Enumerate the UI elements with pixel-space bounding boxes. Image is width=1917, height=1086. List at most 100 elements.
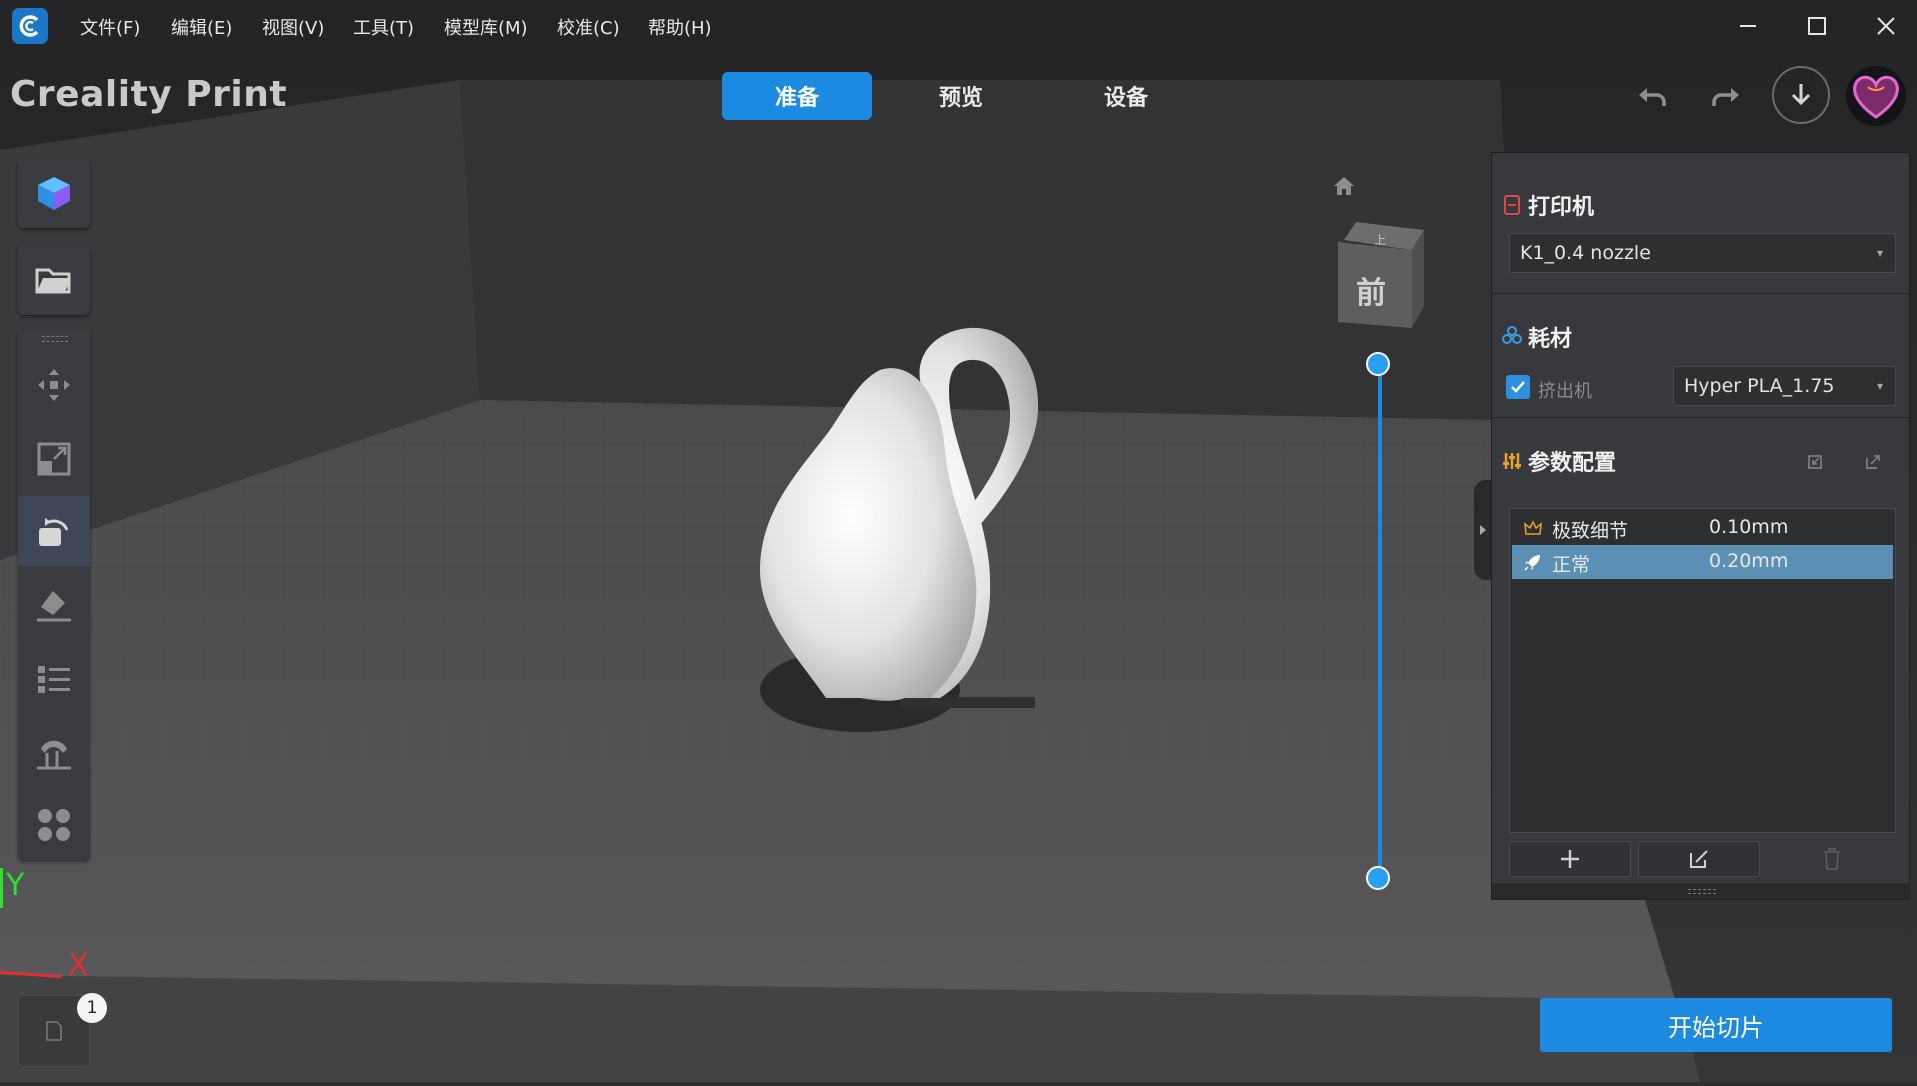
- home-view-icon[interactable]: [1330, 172, 1358, 200]
- layer-slider-track[interactable]: [1378, 364, 1382, 878]
- redo-icon: [1712, 88, 1739, 106]
- close-button[interactable]: [1866, 10, 1906, 42]
- filament-select[interactable]: Hyper PLA_1.75 ▾: [1673, 366, 1896, 406]
- app-logo-icon: [12, 8, 48, 44]
- menu-help[interactable]: 帮助(H): [648, 14, 712, 40]
- menu-calibration[interactable]: 校准(C): [557, 14, 620, 40]
- menu-tools[interactable]: 工具(T): [353, 14, 414, 40]
- tab-device[interactable]: 设备: [1051, 72, 1201, 120]
- user-avatar[interactable]: [1846, 66, 1906, 126]
- lay-flat-icon: [37, 591, 71, 622]
- download-button[interactable]: [1772, 66, 1830, 124]
- profile-name: 极致细节: [1552, 520, 1629, 542]
- folder-icon: [35, 268, 71, 294]
- export-profile-button[interactable]: [1860, 449, 1886, 475]
- crown-icon: [1524, 520, 1542, 535]
- profile-list: 极致细节 0.10mm 正常 0.20mm: [1509, 508, 1896, 833]
- menu-model-library[interactable]: 模型库(M): [444, 14, 528, 40]
- printer-select-value: K1_0.4 nozzle: [1520, 242, 1651, 264]
- move-tool-button[interactable]: [18, 350, 90, 420]
- view-cube[interactable]: 上 前: [1336, 220, 1428, 328]
- profile-row-fine[interactable]: 极致细节 0.10mm: [1512, 511, 1893, 545]
- extruder-label: 挤出机: [1538, 381, 1592, 402]
- printer-icon: [1504, 195, 1520, 215]
- download-arrow-icon: [1791, 84, 1811, 106]
- support-icon: [37, 740, 71, 770]
- heart-avatar-icon: [1853, 75, 1899, 119]
- axis-x-label: X: [68, 948, 89, 983]
- chevron-down-icon: ▾: [1876, 246, 1883, 260]
- chevron-right-icon: [1480, 525, 1486, 535]
- arrange-tool-button[interactable]: [18, 790, 90, 860]
- filament-icon: [1502, 326, 1522, 344]
- menu-file[interactable]: 文件(F): [80, 14, 140, 40]
- import-icon: [1808, 455, 1822, 469]
- checkmark-icon: [1511, 381, 1525, 393]
- plus-icon: [1561, 850, 1579, 868]
- maximize-button[interactable]: [1797, 10, 1837, 42]
- profile-layer-height: 0.10mm: [1709, 516, 1789, 538]
- add-model-button[interactable]: [18, 158, 90, 228]
- edit-profile-button[interactable]: [1638, 841, 1760, 877]
- minimize-icon: [1740, 25, 1756, 27]
- undo-icon: [1639, 88, 1666, 106]
- printer-select[interactable]: K1_0.4 nozzle ▾: [1509, 233, 1896, 273]
- printer-section-title: 打印机: [1528, 195, 1595, 220]
- view-cube-front-label: 前: [1356, 276, 1386, 311]
- cube-icon: [38, 177, 70, 210]
- trash-icon: [1824, 848, 1840, 870]
- params-section-title: 参数配置: [1528, 451, 1617, 476]
- layer-slider-top-handle[interactable]: [1366, 352, 1390, 376]
- list-icon: [38, 666, 70, 693]
- move-icon: [38, 369, 70, 401]
- chevron-down-icon: ▾: [1876, 379, 1883, 393]
- tab-preview[interactable]: 预览: [886, 72, 1036, 120]
- profile-layer-height: 0.20mm: [1709, 550, 1789, 572]
- support-tool-button[interactable]: [18, 718, 90, 788]
- rocket-icon: [1524, 555, 1540, 571]
- document-icon: [46, 1021, 62, 1041]
- undo-button[interactable]: [1632, 78, 1672, 114]
- scale-icon: [37, 442, 71, 476]
- add-profile-button[interactable]: [1509, 841, 1631, 877]
- object-list-button[interactable]: [18, 644, 90, 714]
- params-icon: [1503, 453, 1521, 469]
- close-icon: [1877, 17, 1895, 35]
- vase-model[interactable]: [740, 320, 1050, 720]
- edit-icon: [1690, 850, 1708, 868]
- open-file-button[interactable]: [18, 245, 90, 315]
- menu-bar: 文件(F) 编辑(E) 视图(V) 工具(T) 模型库(M) 校准(C) 帮助(…: [0, 0, 1917, 52]
- filament-section-title: 耗材: [1528, 327, 1573, 352]
- rotate-icon: [39, 518, 69, 546]
- lay-flat-tool-button[interactable]: [18, 570, 90, 640]
- maximize-icon: [1808, 17, 1826, 35]
- divider: [1492, 293, 1911, 294]
- plate-number-badge: 1: [77, 993, 107, 1023]
- menu-edit[interactable]: 编辑(E): [171, 14, 232, 40]
- export-icon: [1866, 455, 1880, 469]
- panel-collapse-toggle[interactable]: [1474, 480, 1492, 580]
- settings-panel: 打印机 K1_0.4 nozzle ▾ 耗材 挤出机 Hyper PLA_1.7…: [1491, 152, 1911, 900]
- profile-name: 正常: [1552, 554, 1591, 576]
- extruder-checkbox[interactable]: [1506, 375, 1530, 399]
- svg-text:上: 上: [1374, 233, 1386, 247]
- menu-view[interactable]: 视图(V): [262, 14, 324, 40]
- filament-select-value: Hyper PLA_1.75: [1684, 375, 1835, 397]
- profile-row-normal[interactable]: 正常 0.20mm: [1512, 545, 1893, 579]
- divider: [1492, 417, 1911, 418]
- axis-y-label: Y: [6, 868, 25, 903]
- delete-profile-button[interactable]: [1812, 841, 1852, 877]
- arrange-icon: [38, 809, 70, 841]
- rotate-tool-button[interactable]: [18, 496, 90, 566]
- app-title: Creality Print: [10, 74, 288, 115]
- tab-prepare[interactable]: 准备: [722, 72, 872, 120]
- start-slice-button[interactable]: 开始切片: [1540, 998, 1892, 1052]
- redo-button[interactable]: [1706, 78, 1746, 114]
- scale-tool-button[interactable]: [18, 424, 90, 494]
- axis-y-line: [0, 868, 3, 908]
- minimize-button[interactable]: [1728, 10, 1768, 42]
- import-profile-button[interactable]: [1802, 449, 1828, 475]
- layer-slider-bottom-handle[interactable]: [1366, 866, 1390, 890]
- toolbar-drag-handle[interactable]: [42, 336, 68, 342]
- panel-resize-handle[interactable]: [1492, 883, 1911, 899]
